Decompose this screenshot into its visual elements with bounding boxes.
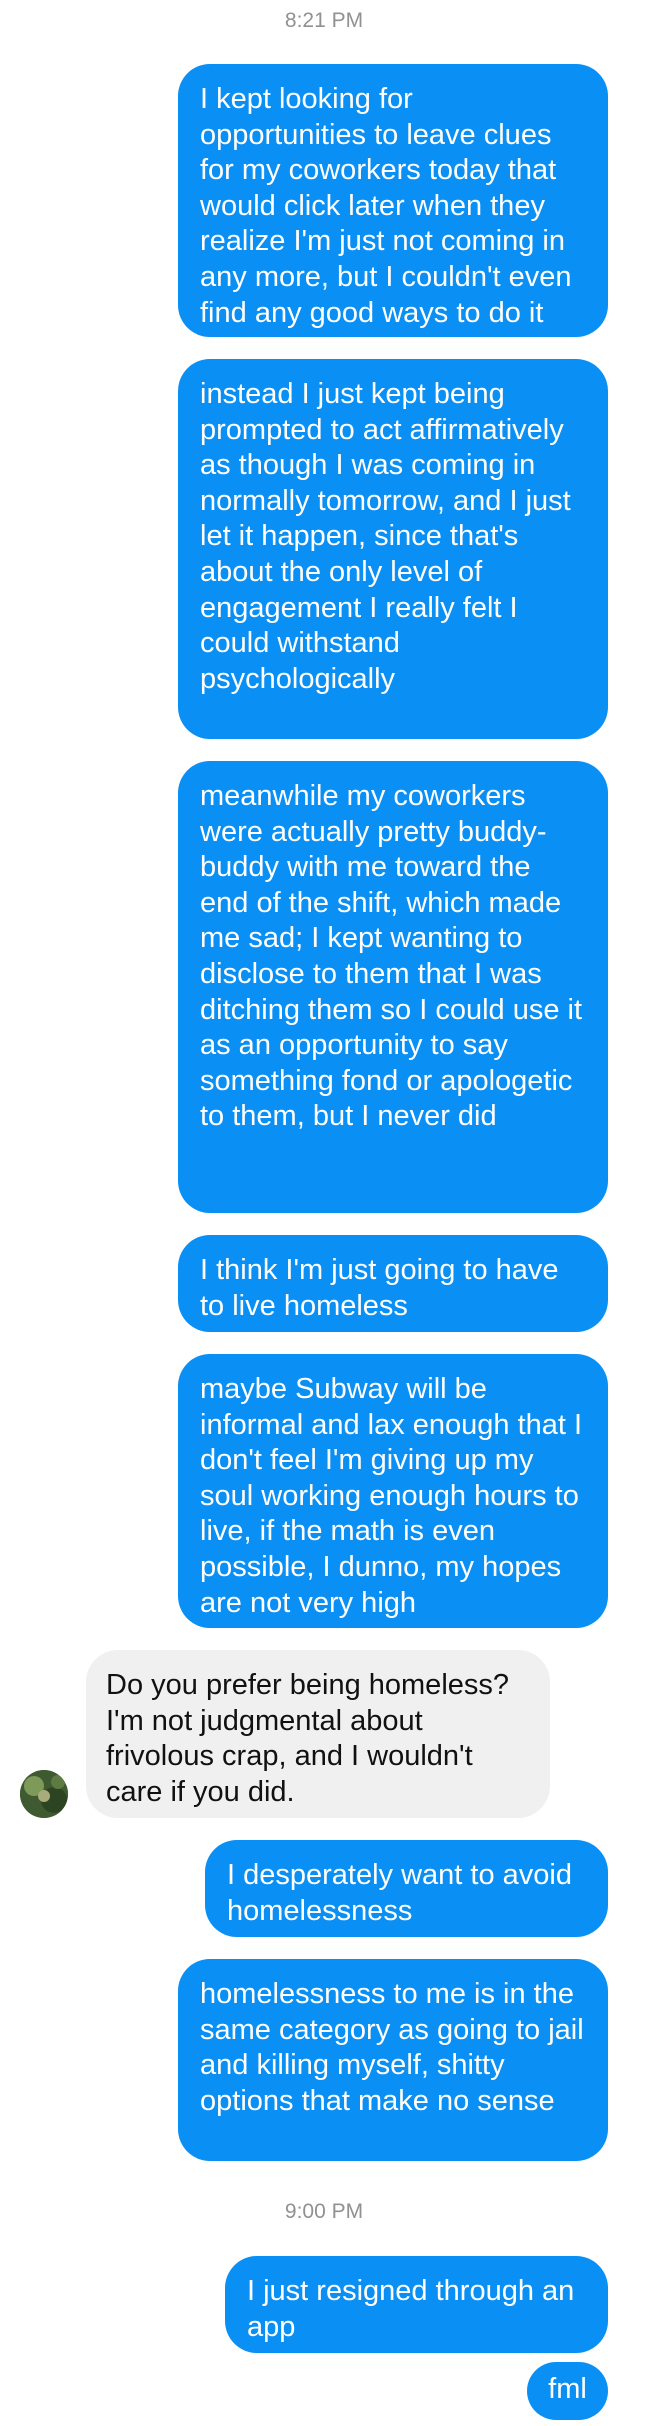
timestamp: 9:00 PM (284, 2200, 364, 2223)
outgoing-message[interactable]: I kept looking for opportunities to leav… (178, 64, 608, 337)
outgoing-message[interactable]: I think I'm just going to have to live h… (178, 1235, 608, 1332)
outgoing-message[interactable]: instead I just kept being prompted to ac… (178, 359, 608, 739)
outgoing-message[interactable]: maybe Subway will be informal and lax en… (178, 1354, 608, 1628)
outgoing-message[interactable]: I desperately want to avoid homelessness (205, 1840, 608, 1937)
outgoing-message[interactable]: homelessness to me is in the same catego… (178, 1959, 608, 2161)
avatar-image (20, 1770, 68, 1818)
timestamp: 8:21 PM (284, 9, 364, 32)
outgoing-message[interactable]: fml (527, 2362, 608, 2420)
outgoing-message[interactable]: meanwhile my coworkers were actually pre… (178, 761, 608, 1213)
incoming-message[interactable]: Do you prefer being homeless? I'm not ju… (86, 1650, 550, 1818)
outgoing-message[interactable]: I just resigned through an app (225, 2256, 608, 2353)
contact-avatar[interactable] (20, 1770, 68, 1818)
